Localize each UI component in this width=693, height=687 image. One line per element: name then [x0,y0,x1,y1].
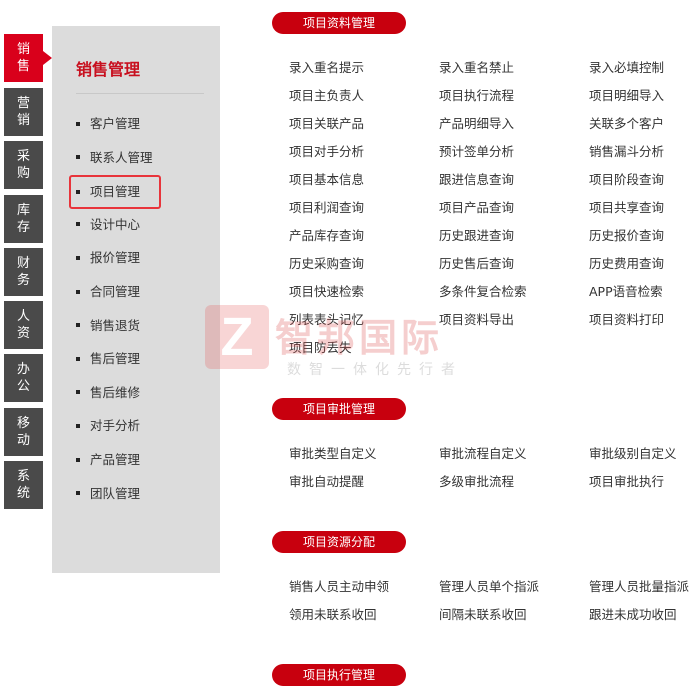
section-title: 项目审批管理 [272,398,406,420]
submenu-item[interactable]: 联系人管理 [73,146,183,170]
submenu-divider [76,93,204,94]
feature-link[interactable]: 领用未联系收回 [289,604,377,623]
feature-link[interactable]: 项目主负责人 [289,85,364,104]
feature-link[interactable]: 审批流程自定义 [439,443,527,462]
feature-link[interactable]: 项目关联产品 [289,113,364,132]
feature-link[interactable]: APP语音检索 [589,281,663,300]
feature-link[interactable]: 审批类型自定义 [289,443,377,462]
submenu-item[interactable]: 团队管理 [73,482,183,506]
module-tab[interactable]: 采 购 [4,141,43,189]
feature-link[interactable]: 项目资料打印 [589,309,664,328]
submenu-panel: 销售管理 客户管理联系人管理项目管理设计中心报价管理合同管理销售退货售后管理售后… [52,26,220,573]
feature-link[interactable]: 多级审批流程 [439,471,514,490]
feature-link[interactable]: 项目快速检索 [289,281,364,300]
feature-link[interactable]: 关联多个客户 [589,113,664,132]
feature-link[interactable]: 项目基本信息 [289,169,364,188]
bullet-icon [76,356,80,361]
submenu-item-label: 项目管理 [90,184,141,200]
bullet-icon [76,323,80,328]
module-tab[interactable]: 财 务 [4,248,43,296]
feature-link[interactable]: 跟进未成功收回 [589,604,677,623]
bullet-icon [76,255,80,260]
feature-link[interactable]: 历史费用查询 [589,253,664,272]
feature-link[interactable]: 间隔未联系收回 [439,604,527,623]
module-tab[interactable]: 系 统 [4,461,43,509]
feature-link[interactable]: 历史采购查询 [289,253,364,272]
submenu-title: 销售管理 [76,60,141,79]
submenu-item-label: 报价管理 [90,250,141,266]
section-title: 项目资源分配 [272,531,406,553]
submenu-item-label: 售后管理 [90,351,141,367]
submenu-item[interactable]: 设计中心 [73,213,183,237]
submenu-item[interactable]: 销售退货 [73,314,183,338]
feature-link[interactable]: 产品明细导入 [439,113,514,132]
section-title: 项目执行管理 [272,664,406,686]
submenu-item[interactable]: 客户管理 [73,112,183,136]
bullet-icon [76,121,80,126]
module-tab[interactable]: 营 销 [4,88,43,136]
bullet-icon [76,222,80,227]
submenu-item-label: 销售退货 [90,317,141,333]
submenu-item-label: 产品管理 [90,452,141,467]
submenu-item[interactable]: 合同管理 [73,280,183,304]
feature-link[interactable]: 项目对手分析 [289,141,364,160]
bullet-icon [76,491,80,496]
feature-link[interactable]: 项目执行流程 [439,85,514,104]
feature-link[interactable]: 销售漏斗分析 [589,141,664,160]
watermark-slogan: 数智一体化先行者 [287,362,463,378]
feature-link[interactable]: 项目防丢失 [289,337,352,356]
feature-link[interactable]: 录入必填控制 [589,57,664,76]
feature-link[interactable]: 审批级别自定义 [589,443,677,462]
bullet-icon [76,423,80,428]
submenu-item-label: 设计中心 [90,216,141,232]
feature-link[interactable]: 项目审批执行 [589,471,664,490]
module-tab[interactable]: 移 动 [4,408,43,456]
submenu-item-label: 售后维修 [90,384,141,400]
module-tab[interactable]: 销 售 [4,34,43,82]
submenu-item-label: 客户管理 [90,116,141,131]
feature-link[interactable]: 历史报价查询 [589,225,664,244]
submenu-item-label: 团队管理 [90,485,141,501]
feature-link[interactable]: 项目资料导出 [439,309,514,328]
bullet-icon [76,189,80,194]
feature-link[interactable]: 列表表头记忆 [289,309,364,328]
submenu-item[interactable]: 产品管理 [73,448,183,472]
submenu-item-label: 合同管理 [90,284,141,299]
feature-link[interactable]: 录入重名提示 [289,57,364,76]
bullet-icon [76,155,80,160]
module-tab[interactable]: 办 公 [4,354,43,402]
feature-link[interactable]: 预计签单分析 [439,141,514,160]
bullet-icon [76,289,80,294]
feature-link[interactable]: 项目阶段查询 [589,169,664,188]
feature-link[interactable]: 项目明细导入 [589,85,664,104]
feature-link[interactable]: 项目利润查询 [289,197,364,216]
bullet-icon [76,390,80,395]
feature-link[interactable]: 管理人员批量指派 [589,576,689,595]
feature-link[interactable]: 项目产品查询 [439,197,514,216]
submenu-item[interactable]: 报价管理 [73,246,183,270]
feature-link[interactable]: 多条件复合检索 [439,281,527,300]
module-tab[interactable]: 人 资 [4,301,43,349]
feature-link[interactable]: 审批自动提醒 [289,471,364,490]
section-title: 项目资料管理 [272,12,406,34]
module-tab[interactable]: 库 存 [4,195,43,243]
submenu-item[interactable]: 售后管理 [73,347,183,371]
submenu-item[interactable]: 项目管理 [69,175,161,210]
feature-link[interactable]: 跟进信息查询 [439,169,514,188]
submenu-item[interactable]: 售后维修 [73,381,183,405]
submenu-item[interactable]: 对手分析 [73,414,183,438]
bullet-icon [76,457,80,462]
active-tab-arrow [43,51,52,65]
feature-link[interactable]: 历史跟进查询 [439,225,514,244]
submenu-item-label: 对手分析 [90,418,141,434]
feature-link[interactable]: 管理人员单个指派 [439,576,539,595]
feature-link[interactable]: 录入重名禁止 [439,57,514,76]
feature-link[interactable]: 历史售后查询 [439,253,514,272]
feature-link[interactable]: 项目共享查询 [589,197,664,216]
submenu-item-label: 联系人管理 [90,149,153,165]
feature-link[interactable]: 销售人员主动申领 [289,576,389,595]
feature-link[interactable]: 产品库存查询 [289,225,364,244]
